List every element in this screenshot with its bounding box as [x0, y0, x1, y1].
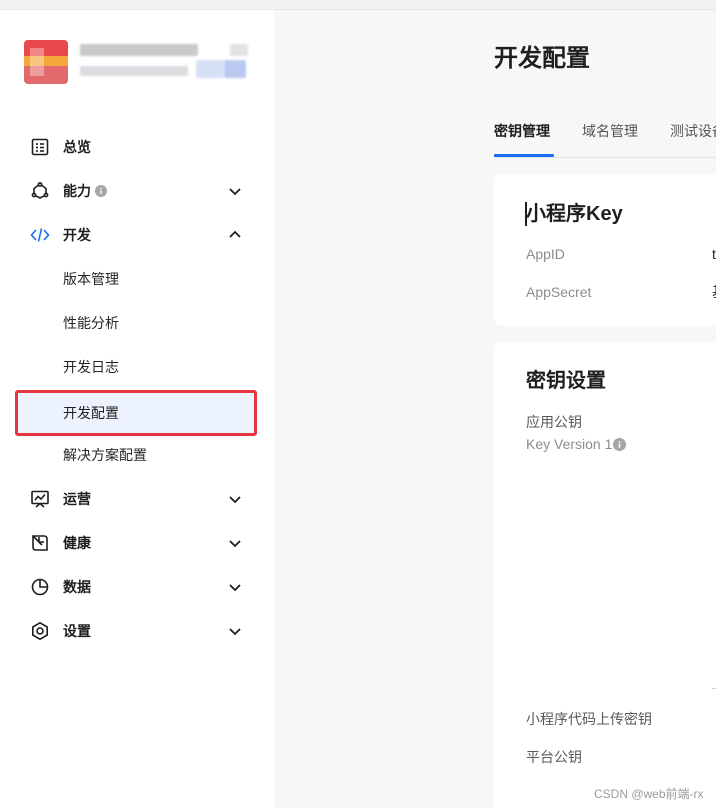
trend-chart-icon — [31, 490, 49, 508]
appid-value: t — [712, 246, 716, 262]
sidebar-subitem-performance-analysis[interactable]: 性能分析 — [16, 301, 256, 345]
upload-key-label: 小程序代码上传密钥 — [526, 711, 652, 727]
app-name-blurred — [80, 44, 198, 56]
sidebar-subitem-dev-config[interactable]: 开发配置 — [16, 391, 256, 435]
sidebar-subitem-solution-config[interactable]: 解决方案配置 — [16, 433, 256, 477]
info-icon[interactable] — [95, 185, 107, 197]
secret-settings-card: 密钥设置 应用公钥 Key Version 1 小程序代码上传密钥 平台公钥 — [494, 342, 716, 808]
secret-settings-card-title: 密钥设置 — [526, 370, 606, 392]
app-tag-blurred — [230, 44, 248, 56]
code-icon — [30, 228, 50, 242]
tab-test-devices[interactable]: 测试设备 — [670, 122, 716, 140]
sidebar-item-label: 开发 — [63, 227, 91, 243]
app-key-card-title: 小程序Key — [526, 203, 623, 225]
sidebar-item-label: 运营 — [63, 491, 91, 507]
sidebar-item-health[interactable]: 健康 — [16, 521, 256, 565]
dashboard-icon — [31, 138, 49, 156]
watermark: CSDN @web前端-rx — [594, 787, 704, 801]
sidebar-item-data[interactable]: 数据 — [16, 565, 256, 609]
pie-chart-icon — [31, 578, 49, 596]
tab-domain-management[interactable]: 域名管理 — [582, 122, 638, 140]
sidebar-subitem-version-management[interactable]: 版本管理 — [16, 257, 256, 301]
sidebar-item-overview[interactable]: 总览 — [16, 125, 256, 169]
chevron-down-icon — [229, 628, 241, 636]
sidebar-subitem-label: 开发日志 — [63, 359, 119, 375]
app-badge-blurred — [196, 60, 224, 78]
page-title: 开发配置 — [494, 45, 590, 72]
app-key-card: 小程序Key AppID t AppSecret 基 — [494, 174, 716, 326]
app-badge-blurred-2 — [224, 60, 246, 78]
sidebar-item-settings[interactable]: 设置 — [16, 609, 256, 653]
sidebar-subitem-dev-log[interactable]: 开发日志 — [16, 345, 256, 389]
capability-icon — [31, 182, 49, 199]
sidebar-subitem-label: 开发配置 — [63, 405, 119, 421]
info-icon[interactable] — [613, 438, 627, 451]
chevron-up-icon — [229, 230, 241, 238]
brand-header[interactable] — [24, 40, 254, 84]
divider — [712, 688, 716, 689]
appid-label: AppID — [526, 246, 565, 262]
sidebar-subitem-label: 版本管理 — [63, 271, 119, 287]
active-tab-indicator — [494, 154, 554, 157]
sidebar-item-label: 健康 — [63, 535, 91, 551]
sidebar-item-label: 设置 — [63, 623, 91, 639]
appsecret-label: AppSecret — [526, 284, 592, 300]
chevron-down-icon — [229, 540, 241, 548]
sidebar-item-label: 总览 — [63, 139, 91, 155]
sidebar-item-label: 能力 — [63, 183, 91, 199]
app-public-key-label: 应用公钥 — [526, 414, 582, 430]
top-border — [0, 0, 716, 10]
sidebar-subitem-label: 解决方案配置 — [63, 447, 147, 463]
key-version-label: Key Version 1 — [526, 436, 613, 452]
tab-key-management[interactable]: 密钥管理 — [494, 122, 550, 140]
key-version-row: Key Version 1 — [526, 435, 627, 453]
chevron-down-icon — [229, 496, 241, 504]
sidebar-subitem-label: 性能分析 — [63, 315, 119, 331]
sidebar-item-capability[interactable]: 能力 — [16, 169, 256, 213]
tab-bar: 密钥管理 域名管理 测试设备 — [494, 116, 716, 158]
sidebar-item-operation[interactable]: 运营 — [16, 477, 256, 521]
sidebar-item-label: 数据 — [63, 579, 91, 595]
gear-icon — [32, 621, 48, 641]
app-logo — [24, 40, 68, 84]
chevron-down-icon — [229, 584, 241, 592]
sidebar-item-develop[interactable]: 开发 — [16, 213, 256, 257]
app-subtitle-blurred — [80, 66, 188, 76]
leaf-icon — [32, 535, 48, 551]
main-content: 开发配置 密钥管理 域名管理 测试设备 小程序Key AppID t AppSe… — [274, 10, 716, 808]
appsecret-value: 基 — [712, 283, 716, 301]
platform-public-key-label: 平台公钥 — [526, 749, 582, 765]
chevron-down-icon — [229, 188, 241, 196]
